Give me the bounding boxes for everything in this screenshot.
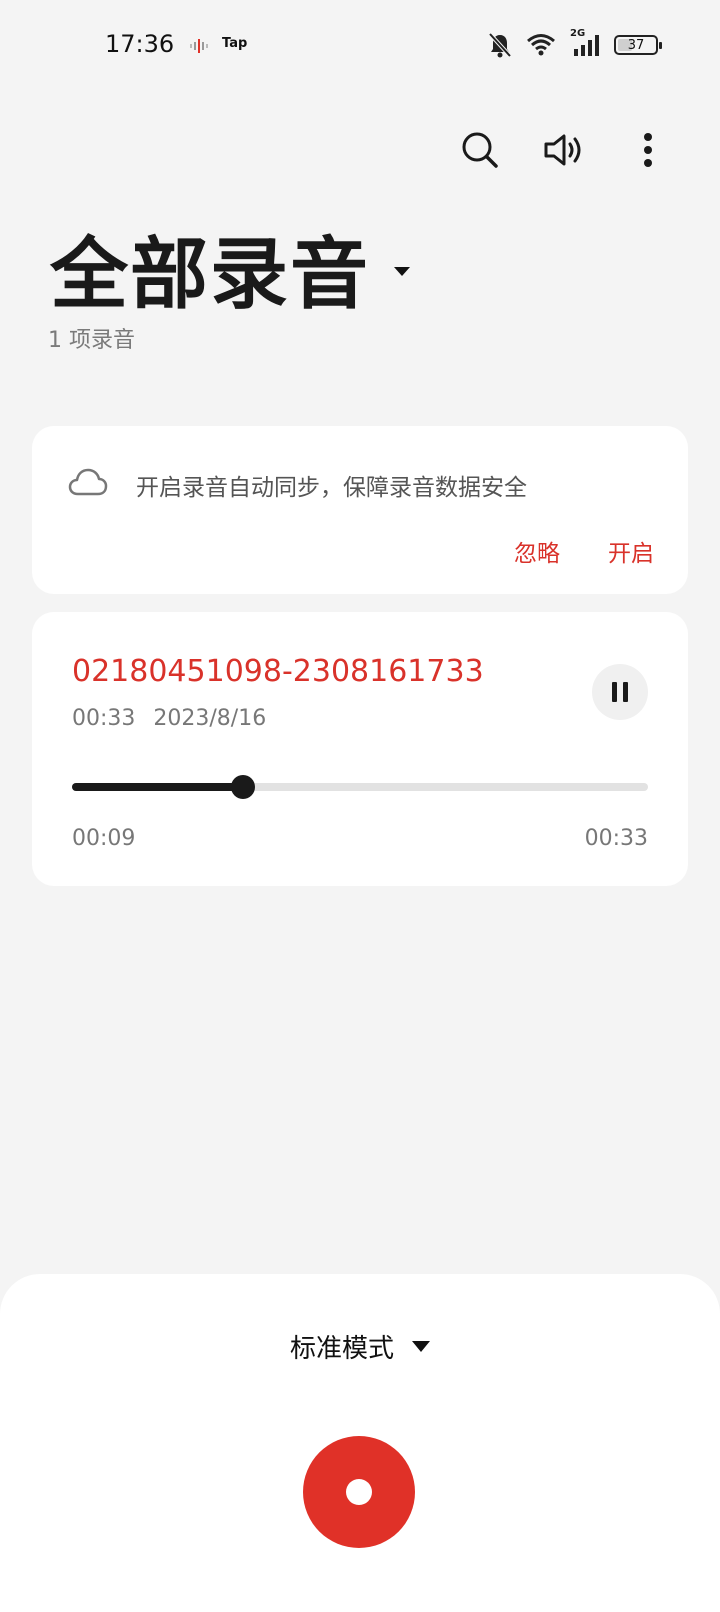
recording-count: 1 项录音	[48, 328, 135, 353]
record-button[interactable]	[303, 1436, 415, 1548]
status-app-label: Tap	[222, 36, 248, 51]
search-button[interactable]	[458, 128, 502, 172]
recording-duration: 00:33	[72, 706, 136, 731]
record-icon	[346, 1479, 372, 1505]
pause-button[interactable]	[592, 664, 648, 720]
playback-thumb[interactable]	[231, 775, 256, 799]
sync-message: 开启录音自动同步，保障录音数据安全	[136, 475, 527, 501]
caret-down-icon	[394, 266, 411, 276]
caret-down-icon	[412, 1341, 430, 1352]
toolbar	[458, 128, 670, 172]
status-time: 17:36	[105, 30, 175, 58]
playback-slider[interactable]	[72, 775, 648, 799]
status-bar: 17:36 Tap 2G 37	[0, 0, 720, 90]
pause-icon	[612, 682, 617, 702]
battery-icon: 37	[614, 35, 662, 55]
mode-selector[interactable]: 标准模式	[0, 1328, 720, 1365]
more-vertical-icon	[644, 133, 652, 167]
enable-sync-button[interactable]: 开启	[608, 534, 654, 568]
recording-date: 2023/8/16	[153, 706, 267, 731]
total-time: 00:33	[584, 826, 648, 851]
wifi-icon	[527, 34, 555, 56]
playback-progress	[72, 783, 244, 791]
cloud-icon	[68, 468, 108, 496]
search-icon	[462, 132, 498, 168]
mode-label: 标准模式	[289, 1334, 394, 1364]
recording-item[interactable]: 02180451098-2308161733 00:33 2023/8/16 0…	[32, 612, 688, 886]
title-dropdown[interactable]: 全部录音	[50, 212, 411, 324]
signal-icon: 2G	[570, 28, 600, 57]
ignore-button[interactable]: 忽略	[514, 534, 560, 568]
recording-name: 02180451098-2308161733	[72, 654, 484, 689]
speaker-icon	[544, 134, 581, 166]
more-options-button[interactable]	[626, 128, 670, 172]
record-panel: 标准模式	[0, 1274, 720, 1612]
page-title: 全部录音	[50, 230, 371, 320]
sync-banner: 开启录音自动同步，保障录音数据安全 忽略 开启	[32, 426, 688, 594]
current-time: 00:09	[72, 826, 136, 851]
waveform-icon	[190, 39, 208, 53]
battery-level: 37	[627, 37, 645, 53]
speaker-button[interactable]	[542, 128, 586, 172]
bell-off-icon	[488, 32, 512, 58]
